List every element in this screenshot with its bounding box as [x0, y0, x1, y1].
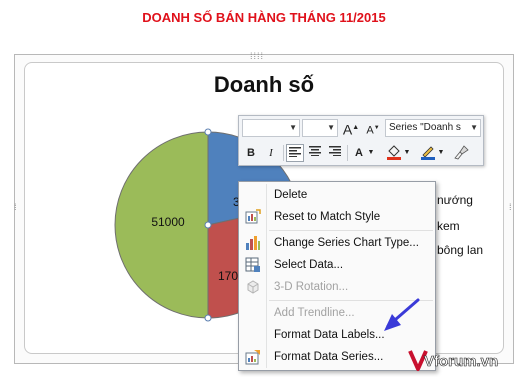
toolbar-separator — [347, 145, 348, 161]
selection-handle-center[interactable] — [204, 221, 212, 229]
align-right-icon — [329, 146, 341, 156]
pencil-icon — [421, 146, 435, 160]
menu-item-select-data[interactable]: Select Data... — [239, 254, 435, 276]
chart-element-selector[interactable]: Series "Doanh s ▼ — [385, 119, 481, 137]
legend-item-2: kem — [437, 219, 460, 233]
menu-item-label: Format Data Labels... — [274, 329, 385, 341]
menu-item-3d-rotation[interactable]: 3-D Rotation... — [239, 276, 435, 298]
menu-separator — [269, 230, 433, 231]
font-color-label: A — [355, 147, 363, 159]
reset-style-icon — [245, 209, 261, 224]
shape-outline-dropdown[interactable]: ▼ — [436, 144, 446, 162]
selection-handle-bottom[interactable] — [204, 314, 212, 322]
menu-item-reset-to-match-style[interactable]: Reset to Match Style — [239, 206, 435, 228]
shrink-font-button[interactable]: A▼ — [364, 119, 382, 137]
vforum-logo: Vforum.vn — [408, 350, 498, 371]
menu-separator — [269, 300, 433, 301]
vforum-watermark: Vforum.vn — [408, 348, 520, 372]
chevron-down-icon: ▼ — [327, 123, 335, 132]
align-center-icon — [309, 146, 321, 156]
chart-element-value: Series "Doanh s — [389, 122, 461, 133]
chart-type-icon — [246, 236, 260, 250]
mini-toolbar: ▼ ▼ A▲ A▼ Series "Doanh s ▼ B I A ▼ ▼ ▼ — [238, 115, 484, 166]
chevron-down-icon: ▼ — [289, 123, 297, 132]
menu-item-label: Format Data Series... — [274, 351, 384, 363]
menu-item-label: Delete — [274, 189, 308, 201]
watermark-text: Vforum.vn — [424, 353, 498, 370]
font-name-combo[interactable]: ▼ — [242, 119, 300, 137]
legend-item-1: nướng — [437, 193, 473, 207]
align-center-button[interactable] — [306, 144, 324, 162]
menu-item-add-trendline[interactable]: Add Trendline... — [239, 302, 435, 324]
menu-item-label: Reset to Match Style — [274, 211, 381, 223]
menu-item-label: Change Series Chart Type... — [274, 237, 419, 249]
brush-icon — [454, 145, 469, 160]
menu-item-label: 3-D Rotation... — [274, 281, 349, 293]
chevron-down-icon: ▼ — [470, 120, 478, 136]
toolbar-separator — [283, 145, 284, 161]
legend-item-3: bông lan — [437, 243, 484, 257]
bold-button[interactable]: B — [242, 144, 260, 162]
select-data-icon — [245, 257, 260, 272]
menu-item-delete[interactable]: Delete — [239, 184, 435, 206]
align-left-button[interactable] — [286, 144, 304, 162]
paint-bucket-icon — [387, 145, 401, 160]
context-menu: Delete Reset to Match Style Change Serie… — [238, 181, 436, 371]
format-painter-button[interactable] — [453, 144, 471, 162]
menu-item-format-data-labels[interactable]: Format Data Labels... — [239, 324, 435, 346]
selection-handle-top[interactable] — [204, 128, 212, 136]
align-left-icon — [289, 147, 301, 157]
shape-fill-dropdown[interactable]: ▼ — [402, 144, 412, 162]
font-color-dropdown[interactable]: ▼ — [366, 144, 376, 162]
menu-item-change-series-chart-type[interactable]: Change Series Chart Type... — [239, 232, 435, 254]
menu-item-label: Add Trendline... — [274, 307, 355, 319]
rotation-icon — [247, 280, 259, 294]
shape-fill-button[interactable] — [385, 144, 403, 162]
font-size-combo[interactable]: ▼ — [302, 119, 338, 137]
pie-label-51000: 51000 — [151, 215, 185, 229]
menu-item-format-data-series[interactable]: Format Data Series... — [239, 346, 435, 368]
grow-font-button[interactable]: A▲ — [342, 119, 360, 138]
align-right-button[interactable] — [326, 144, 344, 162]
format-series-icon — [245, 350, 260, 365]
italic-button[interactable]: I — [262, 144, 280, 162]
pie-label-red: 170 — [218, 269, 238, 283]
shape-outline-button[interactable] — [419, 144, 437, 162]
menu-item-label: Select Data... — [274, 259, 344, 271]
